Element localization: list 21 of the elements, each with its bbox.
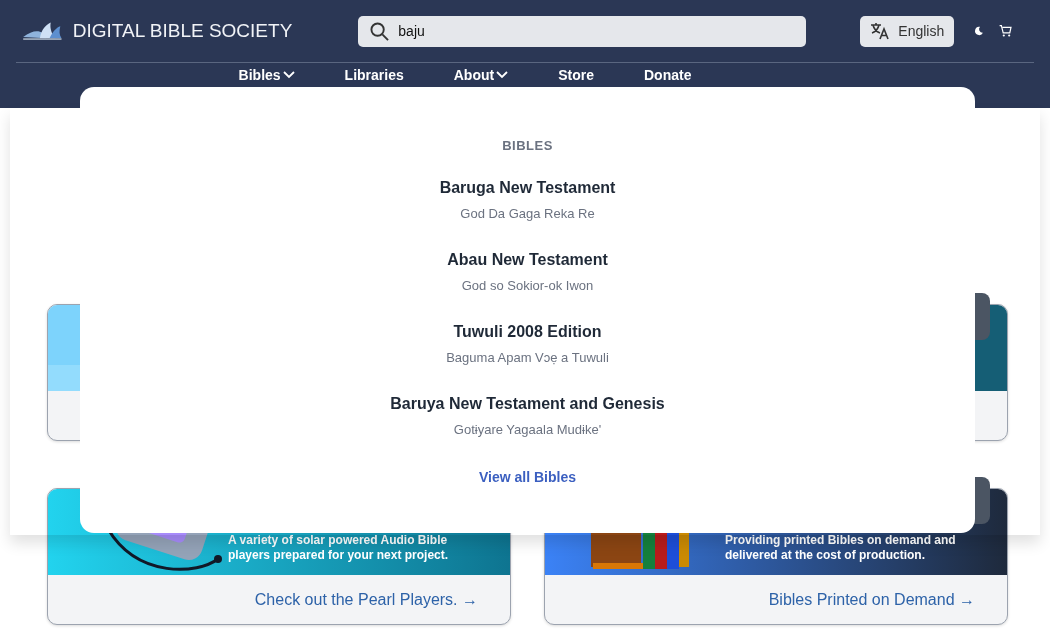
result-item[interactable]: Baruya New Testament and Genesis Gotɨyare Yagaala Mudɨke': [390, 390, 665, 443]
chevron-icon: [496, 71, 509, 79]
result-item[interactable]: Abau New Testament God so Sokior-ok Iwon: [447, 246, 608, 299]
result-item[interactable]: Baruga New Testament God Da Gaga Reka Re: [439, 174, 616, 227]
search-field[interactable]: baju: [358, 15, 807, 47]
translate-icon: [870, 22, 891, 40]
site-title[interactable]: DIGITAL BIBLE SOCIETY: [72, 16, 293, 46]
card-link[interactable]: Bibles Printed on Demand →: [768, 587, 975, 612]
result-item[interactable]: Tuwuli 2008 Edition Baguma Apam Vɔẹ a Tuwuli: [446, 318, 609, 371]
nav-link[interactable]: Donate: [643, 66, 692, 84]
card-link[interactable]: Check out the Pearl Players. →: [254, 587, 478, 612]
view-all-link[interactable]: View all Bibles: [479, 466, 576, 488]
banner-caption: Providing printed Bibles on demand and delivered at the cost of production.: [725, 533, 957, 563]
nav-link[interactable]: About: [453, 66, 509, 84]
language-button[interactable]: English: [860, 15, 955, 47]
nav-link[interactable]: Libraries: [344, 66, 404, 84]
chevron-icon: [282, 71, 295, 79]
nav-link[interactable]: Bibles: [238, 66, 295, 84]
section-heading: BIBLES: [501, 137, 554, 155]
nav-link[interactable]: Store: [558, 66, 594, 84]
banner-caption: A variety of solar powered Audio Bible players prepared for your next project.: [228, 533, 450, 563]
